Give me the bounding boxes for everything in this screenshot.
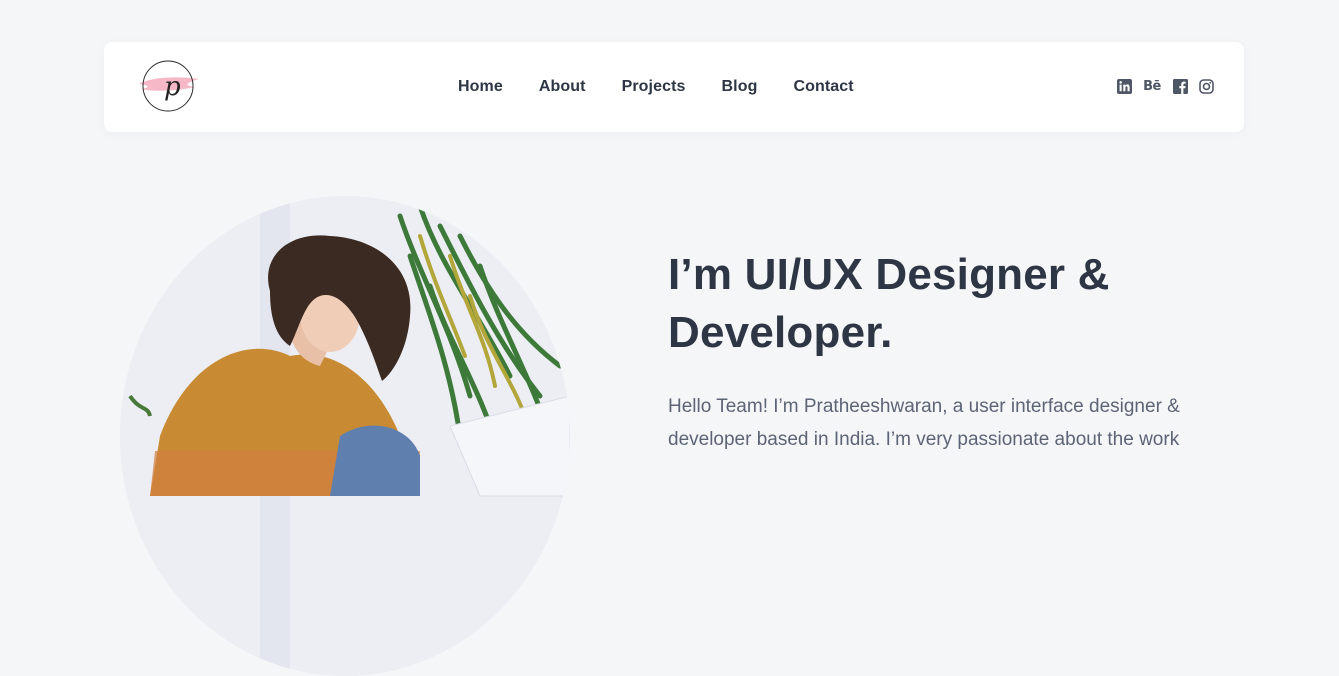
hero-description: Hello Team! I’m Pratheeshwaran, a user i… — [668, 396, 1180, 450]
facebook-icon[interactable] — [1172, 78, 1188, 94]
logo-letter: p — [164, 72, 181, 102]
hero-title: I’m UI/UX Designer & Developer. — [668, 250, 1110, 357]
top-navbar: p Home About Projects Blog Contact Bē — [104, 42, 1244, 132]
site-logo[interactable]: p — [137, 60, 199, 116]
instagram-icon[interactable] — [1198, 78, 1214, 94]
behance-icon[interactable]: Bē — [1142, 78, 1162, 94]
nav-contact[interactable]: Contact — [793, 78, 853, 96]
nav-blog[interactable]: Blog — [722, 78, 758, 96]
main-nav: Home About Projects Blog Contact — [458, 42, 854, 132]
nav-about[interactable]: About — [539, 78, 586, 96]
linkedin-icon[interactable] — [1116, 78, 1132, 94]
hero-portrait-image — [120, 196, 570, 676]
nav-home[interactable]: Home — [458, 78, 503, 96]
logo-mark-icon: p — [139, 60, 199, 112]
nav-projects[interactable]: Projects — [622, 78, 686, 96]
social-links: Bē — [1116, 78, 1214, 94]
